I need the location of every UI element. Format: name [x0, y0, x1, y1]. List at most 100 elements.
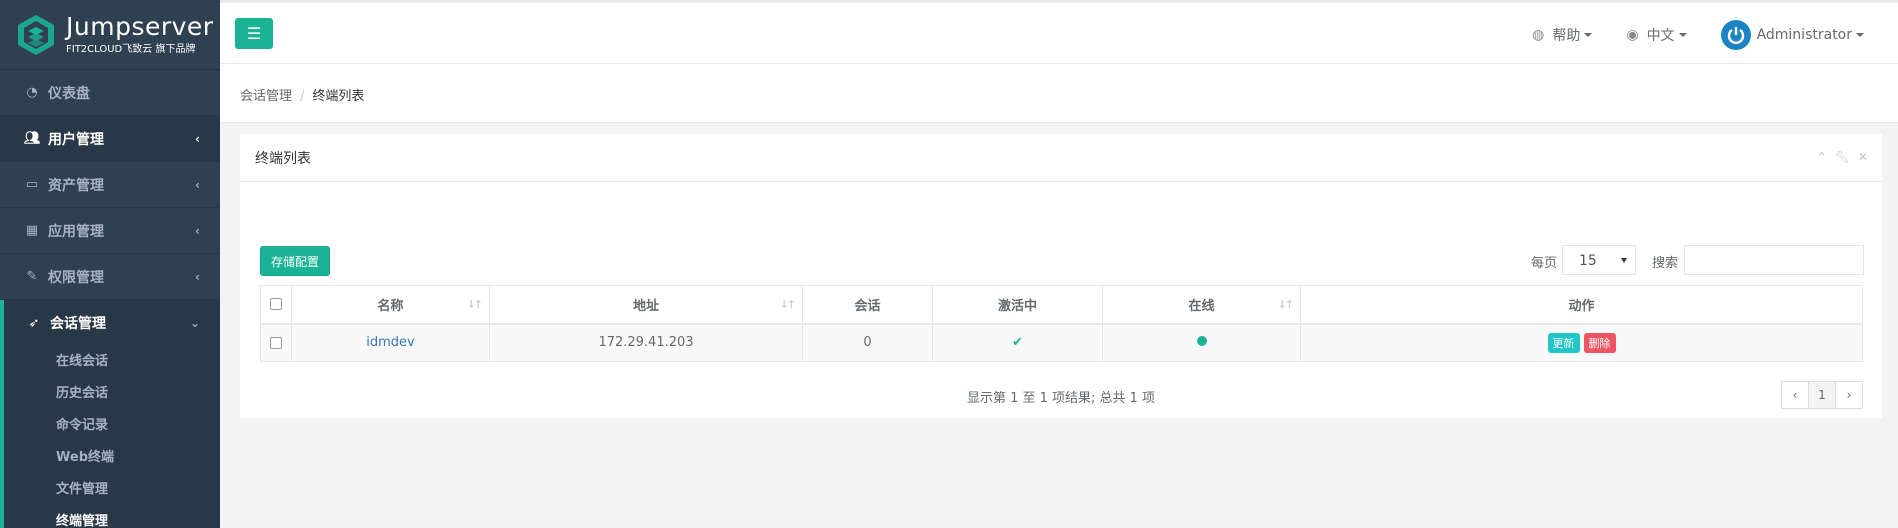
brand-logo[interactable]: Jumpserver FIT2CLOUD飞致云 旗下品牌 — [0, 0, 220, 70]
sidebar-submenu: 在线会话 历史会话 命令记录 Web终端 文件管理 终端管理 — [4, 346, 220, 528]
row-select-cell — [260, 323, 292, 362]
page-size-label: 每页 — [1531, 256, 1558, 271]
panel-title: 终端列表 — [255, 150, 311, 167]
edit-icon: ✎ — [26, 269, 38, 284]
submenu-web-terminal[interactable]: Web终端 — [4, 442, 220, 474]
language-dropdown[interactable]: ◉ 中文 — [1626, 25, 1687, 45]
chevron-down-icon: ⌄ — [189, 316, 200, 330]
sidebar-item-label: 资产管理 — [48, 177, 104, 194]
inbox-icon: ▭ — [25, 177, 39, 192]
breadcrumb-current: 终端列表 — [312, 89, 365, 104]
page-1-button[interactable]: 1 — [1808, 381, 1836, 409]
online-status-icon — [1196, 336, 1207, 347]
column-label: 激活中 — [997, 298, 1037, 314]
column-header-actions: 动作 — [1300, 285, 1863, 325]
sidebar: Jumpserver FIT2CLOUD飞致云 旗下品牌 ◔ 仪表盘 👥︎ 用户… — [0, 0, 220, 528]
column-label: 在线 — [1188, 298, 1215, 314]
breadcrumb-bar: 会话管理 / 终端列表 — [220, 64, 1898, 123]
panel-tools: ⌃ 🔧︎ ✕ — [1817, 150, 1868, 164]
table-header-row: 名称 ↓↑ 地址 ↓↑ 会话 激活中 在线 ↓↑ 动作 — [260, 285, 1863, 325]
sidebar-item-applications[interactable]: ▦ 应用管理 ‹ — [0, 208, 220, 254]
search-label: 搜索 — [1652, 256, 1679, 271]
submenu-online-sessions[interactable]: 在线会话 — [4, 346, 220, 378]
sidebar-item-label: 权限管理 — [48, 269, 104, 286]
breadcrumb: 会话管理 / 终端列表 — [240, 85, 364, 104]
sidebar-item-label: 会话管理 — [50, 316, 106, 332]
column-label: 名称 — [377, 298, 404, 314]
submenu-session-history[interactable]: 历史会话 — [4, 378, 220, 410]
globe-icon: ◉ — [1626, 27, 1639, 43]
breadcrumb-separator: / — [300, 89, 305, 104]
prev-page-button[interactable]: ‹ — [1781, 381, 1809, 409]
submenu-file-management[interactable]: 文件管理 — [4, 474, 220, 506]
column-label: 动作 — [1568, 298, 1595, 314]
terminal-name-cell: idmdev — [291, 323, 490, 362]
check-icon: ✔ — [1012, 335, 1023, 351]
column-header-name[interactable]: 名称 ↓↑ — [291, 285, 490, 325]
column-header-address[interactable]: 地址 ↓↑ — [489, 285, 803, 325]
terminal-sessions-cell: 0 — [802, 323, 933, 362]
search-input[interactable] — [1684, 245, 1864, 275]
sort-icon: ↓↑ — [779, 298, 797, 311]
close-icon[interactable]: ✕ — [1858, 150, 1868, 164]
sidebar-item-assets[interactable]: ▭ 资产管理 ‹ — [0, 162, 220, 208]
submenu-terminal-management[interactable]: 终端管理 — [4, 506, 220, 528]
collapse-icon[interactable]: ⌃ — [1817, 150, 1827, 164]
delete-button[interactable]: 删除 — [1583, 332, 1616, 353]
menu-toggle-button[interactable]: ☰ — [235, 18, 273, 49]
column-header-online[interactable]: 在线 ↓↑ — [1102, 285, 1301, 325]
terminal-actions-cell: 更新 删除 — [1300, 323, 1863, 362]
column-header-active: 激活中 — [932, 285, 1103, 325]
chevron-left-icon: ‹ — [195, 131, 200, 146]
avatar — [1720, 20, 1751, 50]
column-label: 地址 — [632, 298, 659, 314]
sort-icon: ↓↑ — [466, 298, 484, 311]
chevron-left-icon: ‹ — [195, 177, 200, 192]
terminal-name-link[interactable]: idmdev — [366, 335, 414, 350]
top-navbar: ☰ ◍ 帮助 ◉ 中文 Administrator — [220, 0, 1898, 64]
select-all-checkbox[interactable] — [270, 298, 282, 311]
sidebar-item-dashboard[interactable]: ◔ 仪表盘 — [0, 70, 220, 116]
terminal-table: 名称 ↓↑ 地址 ↓↑ 会话 激活中 在线 ↓↑ 动作 idmdev 172.29.4… — [260, 285, 1863, 362]
help-dropdown[interactable]: ◍ 帮助 — [1532, 25, 1593, 45]
panel-body: 存储配置 每页 15 搜索 名称 ↓↑ 地址 ↓↑ 会话 激活中 在线 ↓↑ 动作 — [240, 182, 1882, 418]
chevron-left-icon: ‹ — [195, 223, 200, 238]
hamburger-icon: ☰ — [246, 24, 262, 43]
language-label: 中文 — [1646, 28, 1675, 44]
brand-name: Jumpserver — [66, 11, 214, 41]
jumpserver-logo-icon — [18, 14, 54, 55]
breadcrumb-parent[interactable]: 会话管理 — [240, 89, 292, 104]
sidebar-item-sessions[interactable]: ➶ 会话管理 ⌄ — [4, 300, 220, 346]
page-size-select[interactable]: 15 — [1562, 245, 1636, 275]
sort-icon: ↓↑ — [1277, 298, 1295, 311]
panel-header: 终端列表 ⌃ 🔧︎ ✕ — [240, 134, 1882, 182]
row-checkbox[interactable] — [270, 336, 282, 349]
terminal-address-cell: 172.29.41.203 — [489, 323, 803, 362]
rocket-icon: ➶ — [28, 315, 40, 331]
select-caret-icon — [1621, 258, 1627, 263]
next-page-button[interactable]: › — [1835, 381, 1863, 409]
user-dropdown[interactable]: Administrator — [1720, 20, 1864, 50]
terminal-active-cell: ✔ — [932, 323, 1103, 362]
update-button[interactable]: 更新 — [1547, 332, 1580, 353]
submenu-command-records[interactable]: 命令记录 — [4, 410, 220, 442]
pagination: ‹ 1 › — [1781, 381, 1863, 409]
sidebar-item-permissions[interactable]: ✎ 权限管理 ‹ — [0, 254, 220, 300]
sidebar-group-sessions: ➶ 会话管理 ⌄ 在线会话 历史会话 命令记录 Web终端 文件管理 终端管理 — [0, 300, 220, 528]
help-label: 帮助 — [1552, 28, 1581, 44]
column-label: 会话 — [854, 298, 881, 314]
chevron-left-icon: ‹ — [195, 269, 200, 284]
terminal-online-cell — [1102, 323, 1301, 362]
username-label: Administrator — [1756, 27, 1852, 43]
table-row: idmdev 172.29.41.203 0 ✔ 更新 删除 — [260, 323, 1863, 362]
sidebar-item-label: 仪表盘 — [48, 85, 90, 102]
power-icon — [1727, 27, 1744, 44]
caret-down-icon — [1856, 33, 1864, 37]
grid-icon: ▦ — [25, 223, 39, 238]
table-info: 显示第 1 至 1 项结果; 总共 1 项 — [966, 391, 1156, 406]
wrench-icon[interactable]: 🔧︎ — [1835, 150, 1850, 164]
caret-down-icon — [1584, 33, 1593, 37]
storage-config-button[interactable]: 存储配置 — [260, 246, 330, 276]
sidebar-item-users[interactable]: 👥︎ 用户管理 ‹ — [0, 116, 220, 162]
dashboard-icon: ◔ — [26, 85, 38, 100]
